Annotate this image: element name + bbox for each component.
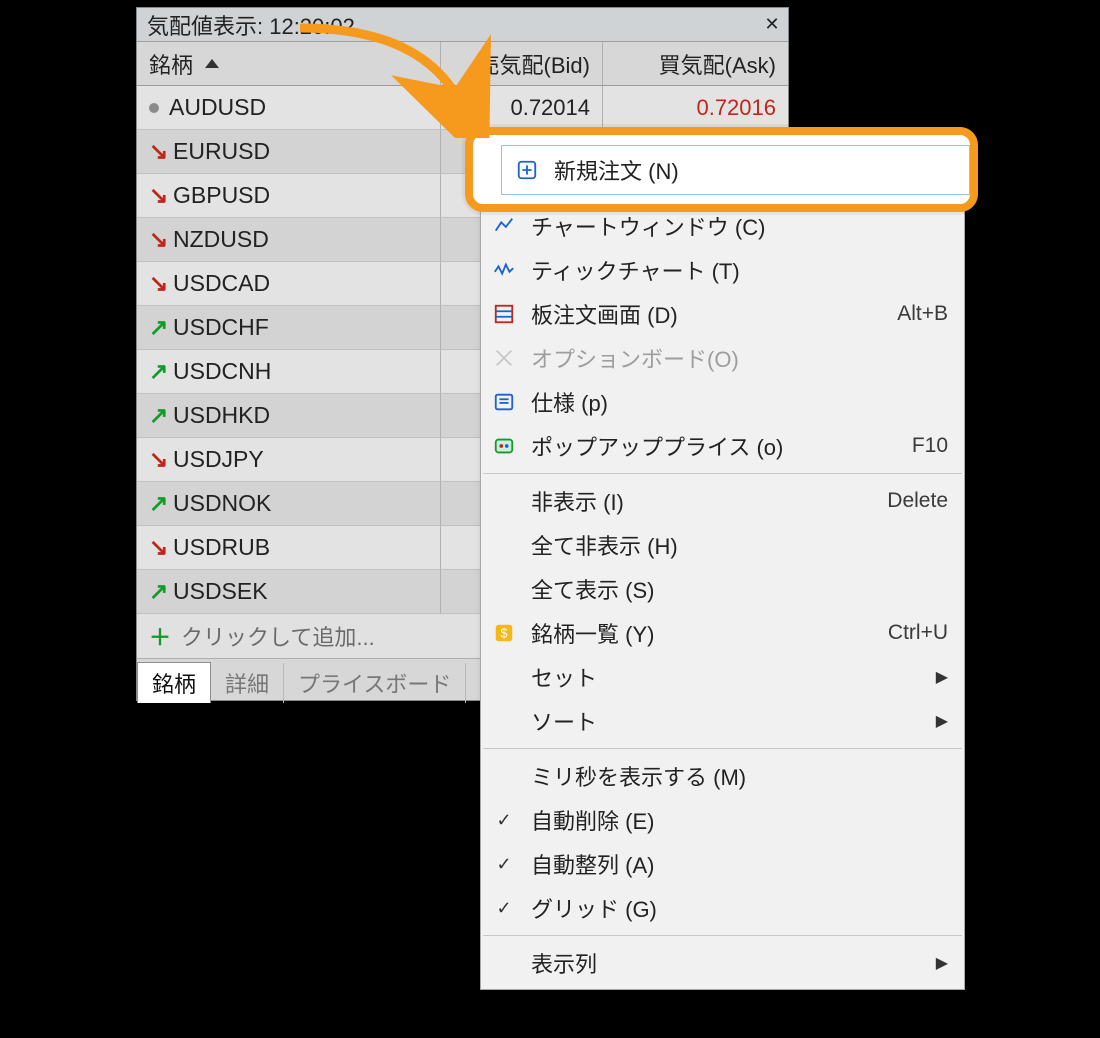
menu-item-popup-price[interactable]: ポップアッププライス (o) F10 <box>481 424 964 468</box>
sort-ascending-icon <box>205 59 219 68</box>
menu-item-symbol-list[interactable]: $ 銘柄一覧 (Y) Ctrl+U <box>481 611 964 655</box>
column-headers: 銘柄 売気配(Bid) 買気配(Ask) <box>137 42 788 86</box>
symbol-name: USDCHF <box>173 314 269 341</box>
menu-item-columns[interactable]: 表示列 ▶ <box>481 941 964 985</box>
header-symbol-label: 銘柄 <box>149 48 193 80</box>
menu-item-new-order[interactable]: 新規注文 (N) <box>501 145 970 195</box>
trend-down-icon: ↘ <box>149 270 163 297</box>
symbol-name: USDCNH <box>173 358 271 385</box>
trend-up-icon: ↗ <box>149 314 163 341</box>
close-icon[interactable]: ✕ <box>762 15 782 35</box>
menu-item-auto-delete[interactable]: ✓ 自動削除 (E) <box>481 798 964 842</box>
popup-price-icon <box>491 433 517 459</box>
menu-separator <box>483 748 962 749</box>
tab-more[interactable] <box>466 679 478 687</box>
symbol-name: EURUSD <box>173 138 270 165</box>
menu-label: 新規注文 (N) <box>554 154 969 186</box>
tab-details[interactable]: 詳細 <box>211 663 284 703</box>
menu-item-sort[interactable]: ソート ▶ <box>481 699 964 743</box>
tab-symbols[interactable]: 銘柄 <box>137 662 211 703</box>
symbol-name: USDJPY <box>173 446 264 473</box>
context-menu: チャートウィンドウ (C) ティックチャート (T) 板注文画面 (D) Alt… <box>480 199 965 990</box>
symbol-name: USDNOK <box>173 490 271 517</box>
header-symbol[interactable]: 銘柄 <box>137 42 441 85</box>
symbol-name: GBPUSD <box>173 182 270 209</box>
trend-down-icon: ↘ <box>149 182 163 209</box>
submenu-arrow-icon: ▶ <box>936 953 948 973</box>
symbol-name: AUDUSD <box>169 94 266 121</box>
table-row[interactable]: AUDUSD 0.720140.72016 <box>137 86 788 130</box>
add-symbol-label: クリックして追加... <box>181 620 375 652</box>
callout-highlight: 新規注文 (N) <box>465 127 978 212</box>
new-order-icon <box>514 157 540 183</box>
titlebar: 気配値表示: 12:20:02 ✕ <box>137 8 788 42</box>
menu-item-auto-arrange[interactable]: ✓ 自動整列 (A) <box>481 842 964 886</box>
trend-up-icon: ↗ <box>149 490 163 517</box>
ask-cell: 0.72016 <box>603 86 788 129</box>
check-icon: ✓ <box>491 854 517 875</box>
tab-priceboard[interactable]: プライスボード <box>284 663 466 703</box>
menu-item-hide-all[interactable]: 全て非表示 (H) <box>481 523 964 567</box>
symbol-name: NZDUSD <box>173 226 269 253</box>
menu-item-set[interactable]: セット ▶ <box>481 655 964 699</box>
check-icon: ✓ <box>491 810 517 831</box>
menu-item-tick-chart[interactable]: ティックチャート (T) <box>481 248 964 292</box>
submenu-arrow-icon: ▶ <box>936 711 948 731</box>
tick-chart-icon <box>491 257 517 283</box>
plus-icon: ＋ <box>149 620 171 652</box>
window-title: 気配値表示: 12:20:02 <box>147 9 355 41</box>
trend-down-icon: ↘ <box>149 226 163 253</box>
menu-item-hide[interactable]: 非表示 (I) Delete <box>481 479 964 523</box>
menu-separator <box>483 935 962 936</box>
trend-up-icon: ↗ <box>149 578 163 605</box>
dot-icon <box>149 103 159 113</box>
chart-window-icon <box>491 213 517 239</box>
symbol-name: USDSEK <box>173 578 268 605</box>
symbol-name: USDCAD <box>173 270 270 297</box>
trend-down-icon: ↘ <box>149 446 163 473</box>
symbol-name: USDRUB <box>173 534 270 561</box>
spec-icon <box>491 389 517 415</box>
header-ask[interactable]: 買気配(Ask) <box>603 42 788 85</box>
menu-item-spec[interactable]: 仕様 (p) <box>481 380 964 424</box>
symbol-name: USDHKD <box>173 402 270 429</box>
header-bid[interactable]: 売気配(Bid) <box>441 42 603 85</box>
option-board-icon <box>491 345 517 371</box>
svg-text:$: $ <box>500 626 507 641</box>
trend-down-icon: ↘ <box>149 138 163 165</box>
menu-item-depth[interactable]: 板注文画面 (D) Alt+B <box>481 292 964 336</box>
menu-separator <box>483 473 962 474</box>
menu-item-show-all[interactable]: 全て表示 (S) <box>481 567 964 611</box>
check-icon: ✓ <box>491 898 517 919</box>
trend-up-icon: ↗ <box>149 358 163 385</box>
trend-up-icon: ↗ <box>149 402 163 429</box>
menu-item-option-board: オプションボード(O) <box>481 336 964 380</box>
bid-cell: 0.72014 <box>441 86 603 129</box>
menu-item-show-ms[interactable]: ミリ秒を表示する (M) <box>481 754 964 798</box>
depth-icon <box>491 301 517 327</box>
symbol-list-icon: $ <box>491 620 517 646</box>
submenu-arrow-icon: ▶ <box>936 667 948 687</box>
menu-item-grid[interactable]: ✓ グリッド (G) <box>481 886 964 930</box>
trend-down-icon: ↘ <box>149 534 163 561</box>
